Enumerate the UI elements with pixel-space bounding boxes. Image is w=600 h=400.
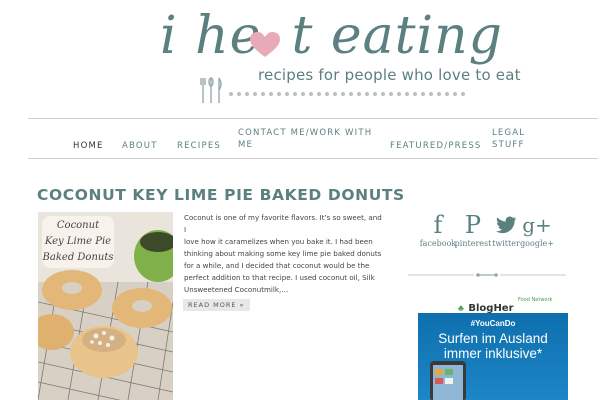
caption-line-2: Key Lime Pie — [44, 236, 112, 247]
nav-item-legal-line2: STUFF — [492, 140, 525, 150]
main-nav: HOME ABOUT RECIPES CONTACT ME/WORK WITH … — [28, 118, 598, 159]
excerpt-line: love how it caramelizes when you bake it… — [184, 237, 373, 246]
site-logo[interactable]: i he t eating recipes for people who love… — [150, 2, 520, 106]
nav-item-legal-line1: LEGAL — [492, 128, 526, 138]
sidebar-advertisement[interactable]: #YouCanDo Surfen im Ausland immer inklus… — [418, 313, 568, 400]
twitter-icon — [496, 216, 517, 234]
excerpt-line: thinking about making some key lime pie … — [184, 249, 382, 258]
facebook-label: facebook — [419, 239, 457, 248]
post-title-link[interactable]: COCONUT KEY LIME PIE BAKED DONUTS — [37, 186, 405, 204]
blogher-sub: Food Network — [517, 297, 553, 303]
utensils-icon — [200, 77, 222, 103]
excerpt-line: Unsweetened Coconutmilk,… — [184, 285, 289, 294]
ad-headline-1: Surfen im Ausland — [438, 331, 548, 346]
nav-item-legal[interactable]: LEGAL STUFF — [492, 127, 525, 151]
excerpt-line: perfect addition to that recipe. I used … — [184, 273, 375, 282]
sidebar-divider — [408, 273, 566, 277]
google-plus-icon: g+ — [522, 213, 552, 237]
facebook-icon: f — [433, 211, 443, 239]
caption-line-3: Baked Donuts — [42, 252, 114, 263]
nav-item-home[interactable]: HOME — [73, 140, 104, 152]
read-more-button[interactable]: READ MORE » — [183, 299, 250, 311]
nav-item-contact[interactable]: CONTACT ME/WORK WITH ME — [238, 127, 372, 151]
ad-headline-2: immer inklusive* — [443, 346, 543, 361]
ad-hashtag: #YouCanDo — [470, 319, 516, 328]
post-excerpt: Coconut is one of my favorite flavors. I… — [184, 212, 382, 296]
nav-item-recipes[interactable]: RECIPES — [177, 140, 221, 152]
ad-phone-image — [430, 361, 466, 400]
excerpt-line: for a while, and I decided that coconut … — [184, 261, 370, 270]
caption-line-1: Coconut — [56, 220, 100, 231]
excerpt-line: Coconut is one of my favorite flavors. I… — [184, 213, 382, 234]
google-plus-link[interactable]: g+ google+ — [517, 211, 557, 248]
google-plus-label: google+ — [520, 239, 554, 248]
logo-tagline: recipes for people who love to eat — [258, 66, 521, 84]
facebook-link[interactable]: f facebook — [418, 211, 458, 248]
dotted-divider — [229, 92, 465, 96]
nav-item-about[interactable]: ABOUT — [122, 140, 158, 152]
nav-item-contact-line1: CONTACT ME/WORK WITH — [238, 128, 373, 138]
logo-title: i he t eating — [160, 6, 503, 66]
nav-item-contact-line2: ME — [238, 140, 254, 150]
thumbnail-caption: Coconut Key Lime Pie Baked Donuts — [42, 218, 114, 266]
nav-item-featured-press[interactable]: FEATURED/PRESS — [390, 140, 482, 152]
blogher-leaf-icon: ♣ — [458, 303, 464, 313]
post-thumbnail[interactable]: Coconut Key Lime Pie Baked Donuts — [38, 212, 173, 400]
heart-icon — [250, 32, 280, 57]
